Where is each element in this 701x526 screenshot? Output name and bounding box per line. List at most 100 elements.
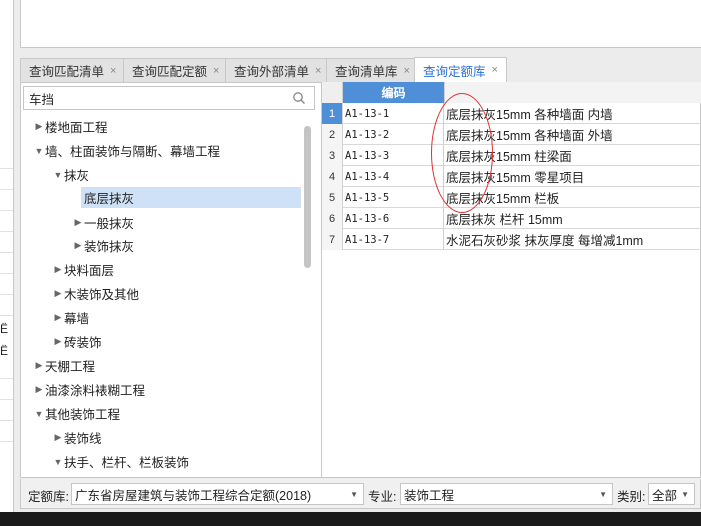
chevron-down-icon[interactable]: ▼: [681, 490, 689, 499]
tree-node-label: 块料面层: [64, 264, 115, 278]
quota-name: 水泥石灰砂浆 抹灰厚度 每增减1mm: [446, 234, 644, 248]
tree-node[interactable]: ▼ 其他装饰工程: [33, 403, 120, 424]
chevron-down-icon[interactable]: ▼: [599, 490, 607, 499]
tree-node[interactable]: ▼ 墙、柱面装饰与隔断、幕墙工程: [33, 140, 220, 161]
left-panel-row: [0, 358, 13, 379]
row-number-header: [322, 82, 343, 103]
tree-node[interactable]: ▶ 装饰线: [52, 427, 102, 448]
tree-node[interactable]: ▶ 油漆涂料裱糊工程: [33, 379, 145, 400]
tab-query-external-list[interactable]: 查询外部清单 ×: [225, 58, 331, 82]
caret-right-icon[interactable]: ▶: [72, 240, 84, 251]
filter-bar: 定额库: 广东省房屋建筑与装饰工程综合定额(2018) ▼ 专业: 装饰工程 ▼…: [20, 479, 701, 509]
tree-node-label: 其他装饰工程: [45, 408, 121, 422]
tree-node[interactable]: ▶ 楼地面工程: [33, 116, 108, 137]
quota-code: A1-13-4: [343, 166, 444, 187]
table-row[interactable]: 7 A1-13-7 水泥石灰砂浆 抹灰厚度 每增减1mm: [322, 229, 701, 250]
close-icon[interactable]: ×: [213, 65, 219, 77]
tree-node[interactable]: ▶ 装饰抹灰: [72, 235, 134, 256]
tree-node[interactable]: ▶ 天棚工程: [33, 355, 95, 376]
tree-node[interactable]: ▼ 扶手、栏杆、栏板装饰: [52, 451, 189, 472]
caret-down-icon[interactable]: ▼: [52, 170, 64, 180]
table-row[interactable]: 2 A1-13-2 底层抹灰15mm 各种墙面 外墙: [322, 124, 701, 145]
quota-code: A1-13-7: [343, 229, 444, 250]
left-panel-text: Ë: [0, 322, 9, 336]
tree-node-label: 幕墙: [64, 312, 90, 326]
close-icon[interactable]: ×: [404, 65, 410, 77]
caret-right-icon[interactable]: ▶: [52, 288, 64, 299]
tab-query-matched-quota[interactable]: 查询匹配定额 ×: [123, 58, 229, 82]
tree-node[interactable]: ▶ 幕墙: [52, 307, 89, 328]
quota-code: A1-13-1: [343, 103, 444, 124]
tree-node-label: 装饰抹灰: [84, 240, 135, 254]
left-panel-row: [0, 169, 13, 190]
quota-code: A1-13-3: [343, 145, 444, 166]
tree-node[interactable]: ▶ 木装饰及其他: [52, 283, 139, 304]
column-header-name[interactable]: [444, 82, 701, 103]
chevron-down-icon[interactable]: ▼: [350, 490, 358, 499]
tree-node[interactable]: ▶ 砖装饰: [52, 331, 102, 352]
tab-label: 查询匹配清单: [29, 65, 105, 79]
quota-library-select[interactable]: 广东省房屋建筑与装饰工程综合定额(2018) ▼: [71, 483, 364, 505]
table-row[interactable]: 4 A1-13-4 底层抹灰15mm 零星项目: [322, 166, 701, 187]
column-header-code[interactable]: 编码: [343, 82, 444, 103]
quota-code: A1-13-5: [343, 187, 444, 208]
tree-node-label: 抹灰: [64, 169, 90, 183]
caret-down-icon[interactable]: ▼: [33, 409, 45, 419]
tree-node-label: 油漆涂料裱糊工程: [45, 384, 146, 398]
tab-label: 查询匹配定额: [132, 65, 208, 79]
caret-right-icon[interactable]: ▶: [33, 360, 45, 371]
tree-scrollbar-thumb[interactable]: [304, 126, 311, 268]
category-select[interactable]: 全部 ▼: [648, 483, 695, 505]
tree-node-label: 天棚工程: [45, 360, 96, 374]
left-panel-row: [0, 232, 13, 253]
left-panel-row: [0, 190, 13, 211]
close-icon[interactable]: ×: [492, 64, 498, 76]
table-row[interactable]: 1 A1-13-1 底层抹灰15mm 各种墙面 内墙: [322, 103, 701, 124]
left-panel-row: [0, 295, 13, 316]
caret-right-icon[interactable]: ▶: [72, 217, 84, 228]
row-number: 1: [322, 103, 343, 124]
tree-node[interactable]: ▼ 抹灰: [52, 164, 89, 185]
caret-right-icon[interactable]: ▶: [33, 384, 45, 395]
caret-down-icon[interactable]: ▼: [33, 146, 45, 156]
left-panel-row: [0, 400, 13, 421]
row-number: 7: [322, 229, 343, 250]
tab-bar: 查询匹配清单 × 查询匹配定额 × 查询外部清单 × 查询清单库 × 查询定额库…: [20, 57, 701, 82]
caret-right-icon[interactable]: ▶: [52, 312, 64, 323]
left-panel-row: [0, 421, 13, 442]
tab-query-matched-list[interactable]: 查询匹配清单 ×: [20, 58, 126, 82]
tree-node-selected[interactable]: 底层抹灰: [81, 187, 301, 208]
category-value: 全部: [652, 488, 678, 503]
left-side-panel: Ë Ë: [0, 0, 14, 512]
category-label: 类别:: [617, 490, 646, 504]
tree-node[interactable]: ▶ 块料面层: [52, 259, 114, 280]
row-number: 4: [322, 166, 343, 187]
major-label: 专业:: [368, 490, 397, 504]
major-select[interactable]: 装饰工程 ▼: [400, 483, 613, 505]
search-icon[interactable]: [292, 91, 306, 105]
tab-query-list-library[interactable]: 查询清单库 ×: [326, 58, 419, 82]
table-row[interactable]: 5 A1-13-5 底层抹灰15mm 栏板: [322, 187, 701, 208]
tree-node-label: 木装饰及其他: [64, 288, 140, 302]
tree-node[interactable]: ▶ 一般抹灰: [72, 212, 134, 233]
close-icon[interactable]: ×: [315, 65, 321, 77]
caret-right-icon[interactable]: ▶: [52, 264, 64, 275]
left-panel-text: Ë: [0, 344, 9, 358]
annotation-circle: [431, 93, 493, 213]
caret-down-icon[interactable]: ▼: [52, 457, 64, 467]
quota-category-tree: ▶ 楼地面工程 ▼ 墙、柱面装饰与隔断、幕墙工程 ▼ 抹灰 底层抹灰 ▶ 一般抹…: [23, 114, 303, 476]
quota-library-label: 定额库:: [28, 490, 69, 504]
table-row[interactable]: 3 A1-13-3 底层抹灰15mm 柱梁面: [322, 145, 701, 166]
caret-right-icon[interactable]: ▶: [52, 432, 64, 443]
close-icon[interactable]: ×: [110, 65, 116, 77]
caret-right-icon[interactable]: ▶: [52, 336, 64, 347]
tab-query-quota-library[interactable]: 查询定额库 ×: [414, 57, 507, 82]
search-input[interactable]: [24, 88, 284, 108]
table-row[interactable]: 6 A1-13-6 底层抹灰 栏杆 15mm: [322, 208, 701, 229]
left-panel-row: [0, 253, 13, 274]
caret-right-icon[interactable]: ▶: [33, 121, 45, 132]
row-number: 3: [322, 145, 343, 166]
row-number: 6: [322, 208, 343, 229]
tab-label: 查询外部清单: [234, 65, 310, 79]
quota-library-value: 广东省房屋建筑与装饰工程综合定额(2018): [75, 488, 312, 503]
